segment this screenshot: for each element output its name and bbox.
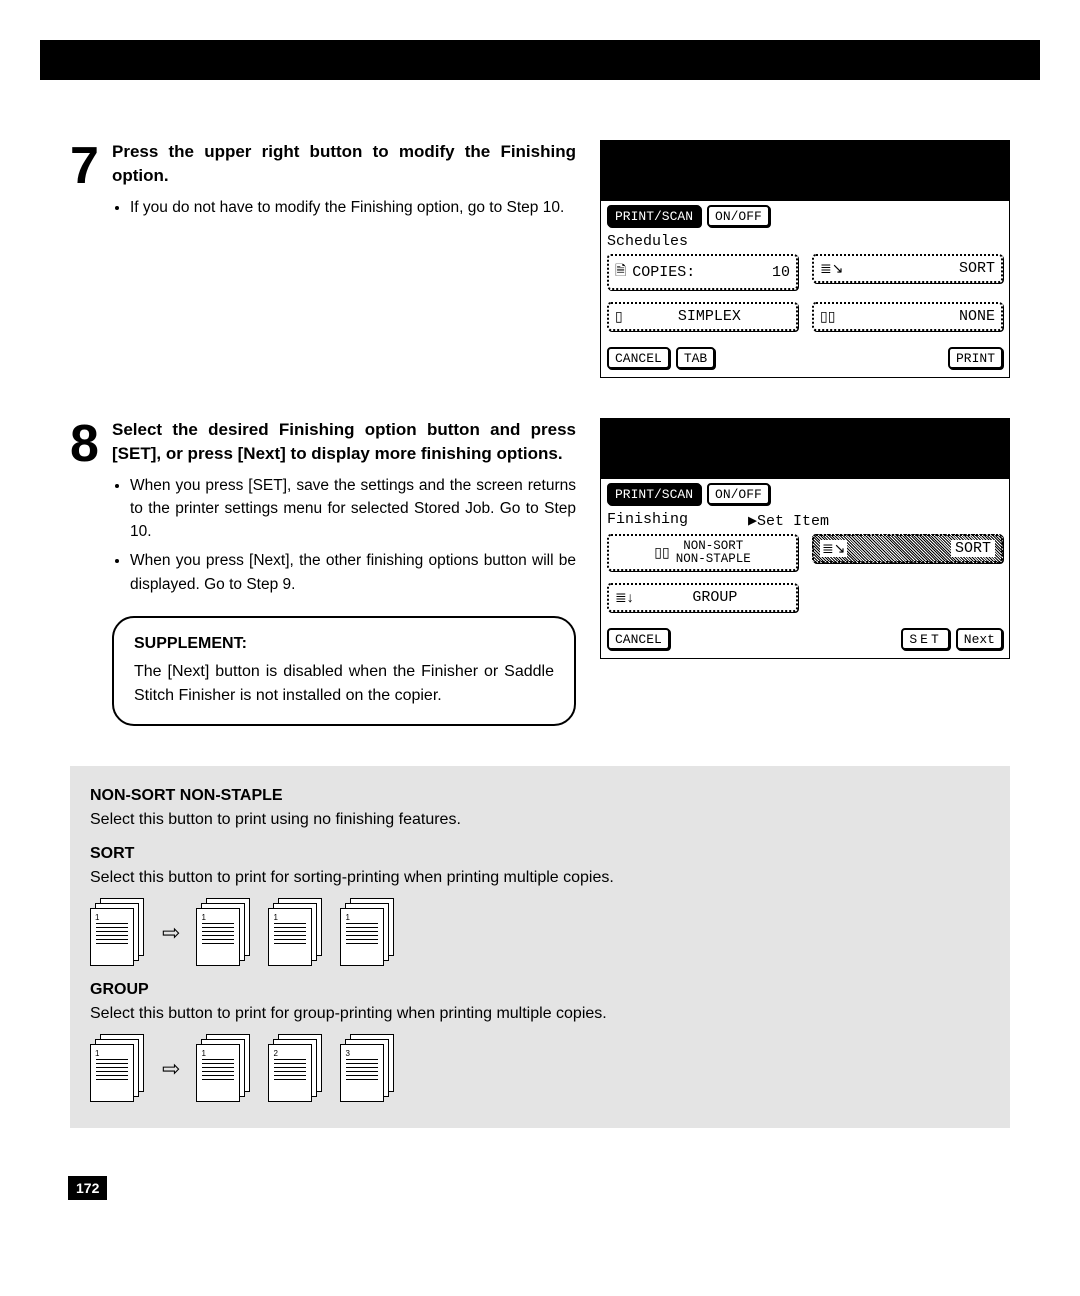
finishing-none-icon: ▯▯ [820,308,835,325]
step-8-bullet: When you press [SET], save the settings … [130,474,576,544]
group-body: Select this button to print for group-pr… [90,1002,990,1026]
sort-heading: SORT [90,842,990,866]
arrow-icon: ⇨ [162,1052,180,1085]
supplement-box: SUPPLEMENT: The [Next] button is disable… [112,616,576,726]
tab-button[interactable]: TAB [676,347,715,369]
lcd1-subhead: Schedules [607,233,688,250]
arrow-icon: ⇨ [162,916,180,949]
print-scan-button[interactable]: PRINT/SCAN [607,205,701,227]
lcd2-subhead-right: ▶Set Item [748,511,829,530]
lcd-panel-finishing: PRINT/SCAN ON/OFF Finishing ▶Set Item ▯▯… [600,418,1010,659]
sort-button-selected[interactable]: ≣↘ SORT [812,534,1003,563]
step-7-bullet: If you do not have to modify the Finishi… [130,196,576,219]
group-button[interactable]: ≣↓ GROUP [607,583,798,612]
supplement-title: SUPPLEMENT: [134,632,554,656]
nonsort-body: Select this button to print using no fin… [90,808,990,832]
sort-body: Select this button to print for sorting-… [90,866,990,890]
lcd2-black-area [601,419,1009,479]
step-8-row: 8 Select the desired Finishing option bu… [70,418,1010,726]
simplex-button[interactable]: ▯ SIMPLEX [607,302,798,331]
sort-icon: ≣↘ [820,260,843,277]
on-off-button[interactable]: ON/OFF [707,483,770,505]
on-off-button[interactable]: ON/OFF [707,205,770,227]
page-header-bar [40,40,1040,80]
group-heading: GROUP [90,978,990,1002]
nonsort-nonstaple-button[interactable]: ▯▯ NON-SORT NON-STAPLE [607,534,798,571]
next-button[interactable]: Next [956,628,1003,650]
step-8-title: Select the desired Finishing option butt… [112,418,576,466]
group-icon: ≣↓ [615,589,634,606]
simplex-icon: ▯ [615,308,623,325]
group-illustration: ⇨ [90,1034,990,1104]
step-7-bullets: If you do not have to modify the Finishi… [112,196,576,219]
step-8-bullet: When you press [Next], the other finishi… [130,549,576,596]
set-button[interactable]: SET [901,628,949,650]
step-8-bullets: When you press [SET], save the settings … [112,474,576,596]
step-7-number: 7 [70,140,104,192]
finishing-options-description: NON-SORT NON-STAPLE Select this button t… [70,766,1010,1128]
copies-icon: 🗎 [615,260,626,284]
sort-illustration: ⇨ [90,898,990,968]
sort-icon: ≣↘ [820,540,847,557]
copies-button[interactable]: 🗎 COPIES: 10 [607,254,798,290]
cancel-button[interactable]: CANCEL [607,628,670,650]
step-7-title: Press the upper right button to modify t… [112,140,576,188]
print-scan-button[interactable]: PRINT/SCAN [607,483,701,505]
page-content: 7 Press the upper right button to modify… [0,80,1080,1158]
lcd2-subhead-left: Finishing [607,511,688,530]
nonsort-icon: ▯▯ [654,544,669,561]
step-8-number: 8 [70,418,104,470]
lcd-panel-schedules: PRINT/SCAN ON/OFF Schedules 🗎 COPIES: 10… [600,140,1010,378]
nonsort-heading: NON-SORT NON-STAPLE [90,784,990,808]
sort-button[interactable]: ≣↘ SORT [812,254,1003,283]
page-number: 172 [68,1176,107,1200]
lcd1-black-area [601,141,1009,201]
step-7-row: 7 Press the upper right button to modify… [70,140,1010,378]
cancel-button[interactable]: CANCEL [607,347,670,369]
print-button[interactable]: PRINT [948,347,1003,369]
none-button[interactable]: ▯▯ NONE [812,302,1003,331]
supplement-body: The [Next] button is disabled when the F… [134,660,554,708]
